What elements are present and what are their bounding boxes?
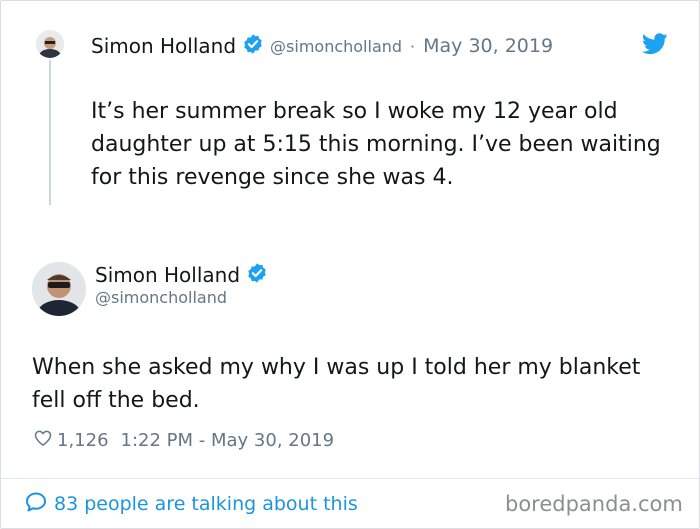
parent-date[interactable]: May 30, 2019: [423, 35, 553, 57]
tweet-timestamp[interactable]: 1:22 PM - May 30, 2019: [121, 430, 335, 451]
speech-bubble-icon: [24, 490, 54, 519]
like-count[interactable]: 1,126: [57, 430, 109, 451]
main-avatar[interactable]: [32, 262, 86, 316]
thread-connector: [49, 60, 51, 205]
twitter-bird-icon[interactable]: [641, 33, 668, 55]
parent-author-name[interactable]: Simon Holland: [91, 34, 236, 58]
tweet-meta: 1,126 1:22 PM - May 30, 2019: [33, 427, 334, 453]
heart-icon[interactable]: [33, 428, 57, 453]
header-separator: ·: [410, 36, 416, 56]
parent-avatar[interactable]: [36, 30, 64, 58]
parent-tweet-text: It’s her summer break so I woke my 12 ye…: [91, 99, 661, 190]
main-author-name[interactable]: Simon Holland: [95, 263, 240, 287]
parent-handle[interactable]: @simoncholland: [270, 37, 402, 56]
main-handle[interactable]: @simoncholland: [95, 288, 227, 307]
conversation-link-label: 83 people are talking about this: [54, 493, 358, 515]
main-tweet-text: When she asked my why I was up I told he…: [32, 355, 641, 413]
conversation-link[interactable]: 83 people are talking about this: [24, 490, 358, 518]
verified-badge-icon: [246, 262, 268, 288]
main-author-row: Simon Holland: [95, 262, 268, 288]
verified-badge-icon: [242, 33, 264, 59]
source-watermark: boredpanda.com: [505, 492, 683, 516]
parent-tweet-header: Simon Holland @simoncholland · May 30, 2…: [91, 32, 553, 60]
footer-divider: [1, 478, 699, 479]
